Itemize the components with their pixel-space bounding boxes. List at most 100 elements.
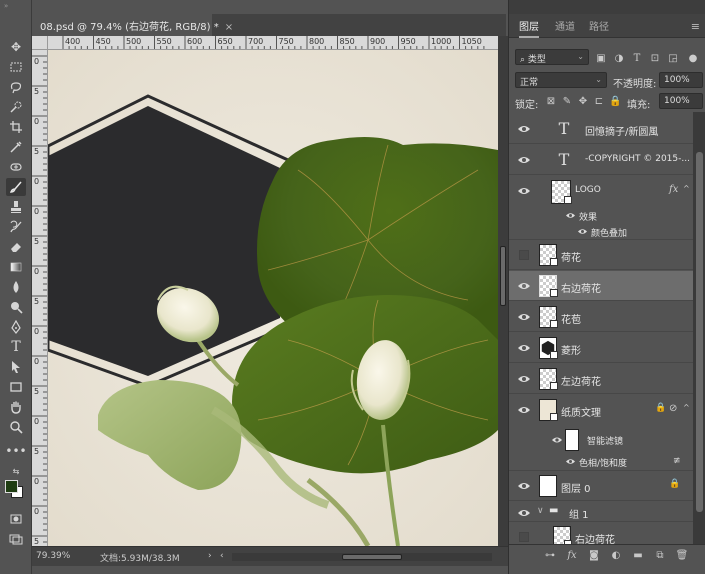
folder-icon[interactable]: ▬ xyxy=(631,549,645,563)
opacity-input[interactable]: 100% xyxy=(659,72,703,88)
trash-icon[interactable]: 🗑 xyxy=(675,549,689,563)
ruler-origin[interactable] xyxy=(32,36,48,50)
gradient-tool-icon[interactable] xyxy=(6,258,26,276)
link-icon[interactable]: ⊶ xyxy=(543,549,557,563)
visibility-toggle-off[interactable] xyxy=(519,532,529,542)
visibility-eye-icon[interactable] xyxy=(517,311,531,323)
lock-pixels-icon[interactable]: ✎ xyxy=(561,96,573,108)
tab-channels[interactable]: 通道 xyxy=(555,18,575,33)
crop-tool-icon[interactable] xyxy=(6,118,26,136)
lock-all-icon[interactable]: 🔒 xyxy=(609,96,621,108)
visibility-eye-icon[interactable] xyxy=(517,507,531,519)
visibility-eye-icon[interactable] xyxy=(517,373,531,385)
lock-artboard-icon[interactable]: ⊏ xyxy=(593,96,605,108)
eyedropper-tool-icon[interactable] xyxy=(6,138,26,156)
fx-icon[interactable]: fx xyxy=(669,184,678,195)
stamp-tool-icon[interactable] xyxy=(6,198,26,216)
layer-row[interactable]: 右边荷花 xyxy=(509,522,693,544)
more-tools-icon[interactable]: ••• xyxy=(5,442,26,460)
blend-mode-select[interactable]: 正常 ⌄ xyxy=(515,72,607,88)
dodge-tool-icon[interactable] xyxy=(6,298,26,316)
mask-icon[interactable]: ◙ xyxy=(587,549,601,563)
filter-pixel-icon[interactable]: ▣ xyxy=(595,53,607,65)
visibility-eye-icon[interactable] xyxy=(517,154,531,166)
layer-row[interactable]: LOGO fx ^ xyxy=(509,176,693,208)
layers-scroll-thumb[interactable] xyxy=(696,152,703,512)
filter-type-icon[interactable]: T xyxy=(631,53,643,65)
layer-row[interactable]: T 回憶摘子/新圆風 xyxy=(509,114,693,144)
filter-adjustment-icon[interactable]: ◑ xyxy=(613,53,625,65)
status-menu-arrow[interactable]: › xyxy=(208,551,212,561)
move-tool-icon[interactable]: ✥ xyxy=(6,38,26,56)
blur-tool-icon[interactable] xyxy=(6,278,26,296)
healing-tool-icon[interactable] xyxy=(6,158,26,176)
new-layer-icon[interactable]: ⧉ xyxy=(653,549,667,563)
layer-row[interactable]: 左边荷花 xyxy=(509,364,693,394)
fx-icon[interactable]: fx xyxy=(565,549,579,563)
tab-paths[interactable]: 路径 xyxy=(589,18,609,33)
brush-tool-icon[interactable] xyxy=(6,178,26,196)
fill-input[interactable]: 100% xyxy=(659,93,703,109)
canvas-vertical-scrollbar[interactable] xyxy=(498,36,508,546)
filter-smart-object-icon[interactable]: ◲ xyxy=(667,53,679,65)
path-select-tool-icon[interactable] xyxy=(6,358,26,376)
visibility-eye-icon[interactable] xyxy=(517,480,531,492)
visibility-eye-icon[interactable] xyxy=(517,342,531,354)
pen-tool-icon[interactable] xyxy=(6,318,26,336)
hand-tool-icon[interactable] xyxy=(6,398,26,416)
adjustment-icon[interactable]: ◐ xyxy=(609,549,623,563)
zoom-tool-icon[interactable] xyxy=(6,418,26,436)
visibility-eye-icon[interactable] xyxy=(551,435,563,445)
layer-row[interactable]: T -COPYRIGHT © 2015-... xyxy=(509,145,693,175)
panel-menu-icon[interactable]: ≡ xyxy=(691,20,700,33)
filter-options-icon[interactable]: ≢ xyxy=(673,456,681,466)
visibility-eye-icon[interactable] xyxy=(565,457,576,466)
quick-mask-icon[interactable] xyxy=(6,510,26,528)
lock-transparent-icon[interactable]: ⊠ xyxy=(545,96,557,108)
visibility-eye-icon[interactable] xyxy=(517,123,531,135)
close-tab-icon[interactable]: × xyxy=(225,22,233,33)
document-tab[interactable]: 08.psd @ 79.4% (右边荷花, RGB/8) * × xyxy=(32,14,233,36)
effects-row[interactable]: 效果 xyxy=(509,208,693,224)
scroll-thumb[interactable] xyxy=(500,246,506,306)
layer-row[interactable]: 菱形 xyxy=(509,333,693,363)
layer-row[interactable]: 荷花 xyxy=(509,240,693,270)
filter-item-row[interactable]: 色相/饱和度 ≢ xyxy=(509,453,693,471)
lock-position-icon[interactable]: ✥ xyxy=(577,96,589,108)
layer-row[interactable]: 纸质文理 🔒 ⊘ ^ xyxy=(509,395,693,427)
shape-tool-icon[interactable] xyxy=(6,378,26,396)
effect-item-row[interactable]: 颜色叠加 xyxy=(509,224,693,240)
toolbar-grip[interactable]: » xyxy=(4,2,8,10)
scroll-left-arrow[interactable]: ‹ xyxy=(220,551,224,561)
type-tool-icon[interactable]: T xyxy=(6,338,26,356)
visibility-eye-icon[interactable] xyxy=(565,211,576,220)
filter-toggle-icon[interactable]: ● xyxy=(687,53,699,65)
visibility-eye-icon[interactable] xyxy=(517,280,531,292)
filter-mask-thumbnail[interactable] xyxy=(565,429,579,451)
hscroll-thumb[interactable] xyxy=(342,554,402,560)
zoom-level[interactable]: 79.39% xyxy=(36,551,70,561)
canvas-horizontal-scrollbar[interactable] xyxy=(232,553,492,561)
lasso-tool-icon[interactable] xyxy=(6,78,26,96)
document-canvas[interactable] xyxy=(48,50,498,546)
group-expand-chevron-icon[interactable]: ∨ xyxy=(537,506,544,516)
layer-row[interactable]: 花苞 xyxy=(509,302,693,332)
visibility-eye-icon[interactable] xyxy=(577,227,588,236)
visibility-eye-icon[interactable] xyxy=(517,185,531,197)
quick-select-tool-icon[interactable] xyxy=(6,98,26,116)
tab-layers[interactable]: 图层 xyxy=(519,18,539,38)
filter-shape-icon[interactable]: ⊡ xyxy=(649,53,661,65)
ruler-vertical[interactable]: 0 5 0 5 0 0 5 0 5 0 0 5 0 5 0 0 5 xyxy=(32,50,48,546)
panel-header[interactable] xyxy=(509,0,705,14)
filter-kind-select[interactable]: ⌕ 类型 ⌄ xyxy=(515,49,589,65)
layers-scrollbar[interactable] xyxy=(693,112,705,544)
marquee-tool-icon[interactable] xyxy=(6,58,26,76)
eraser-tool-icon[interactable] xyxy=(6,238,26,256)
history-brush-tool-icon[interactable] xyxy=(6,218,26,236)
screen-mode-icon[interactable] xyxy=(6,530,26,548)
visibility-toggle-off[interactable] xyxy=(519,250,529,260)
chevron-up-icon[interactable]: ^ xyxy=(683,403,690,412)
group-row[interactable]: ∨ ▬ 组 1 xyxy=(509,502,693,522)
layer-row[interactable]: 图层 0 🔒 xyxy=(509,471,693,501)
chevron-up-icon[interactable]: ^ xyxy=(683,184,690,193)
